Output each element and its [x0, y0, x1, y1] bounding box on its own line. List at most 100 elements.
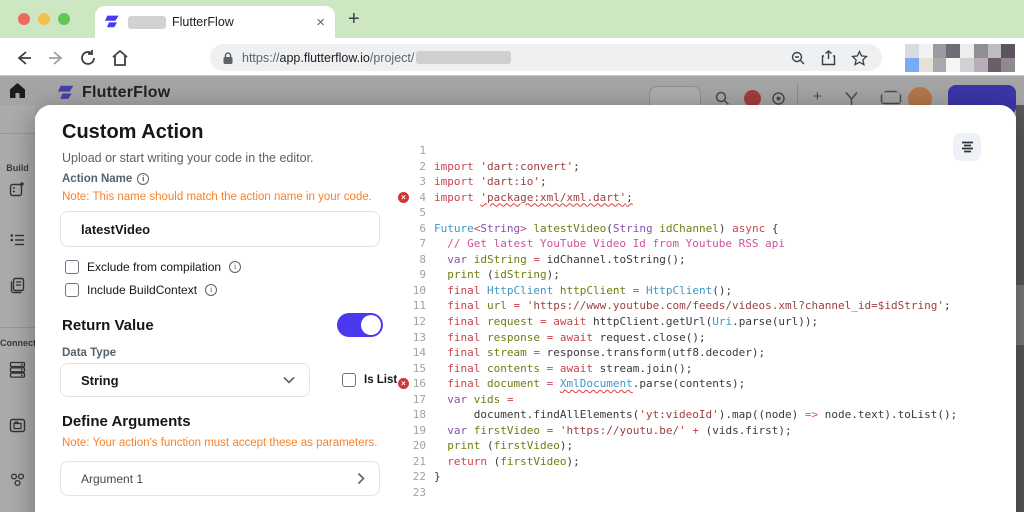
is-list-label: Is List: [364, 374, 398, 386]
code-line[interactable]: 5: [400, 205, 1000, 221]
app-sidebar-dimmed: Build Connect: [0, 105, 36, 512]
code-line[interactable]: 1: [400, 143, 1000, 159]
code-line[interactable]: 6 Future<String> latestVideo(String idCha…: [400, 221, 1000, 237]
format-code-button[interactable]: [953, 133, 981, 161]
code-line[interactable]: 8 var idString = idChannel.toString();: [400, 252, 1000, 268]
code-line[interactable]: 2 import 'dart:convert';: [400, 159, 1000, 175]
include-buildcontext-checkbox[interactable]: [65, 283, 79, 297]
brand-name: FlutterFlow: [82, 84, 171, 101]
line-number: 5: [419, 206, 426, 220]
code-line[interactable]: 19 var firstVideo = 'https://youtu.be/' …: [400, 423, 1000, 439]
back-icon[interactable]: [14, 48, 34, 68]
is-list-row: Is List: [342, 373, 397, 387]
data-type-label: Data Type: [62, 347, 117, 359]
database-icon: [9, 361, 26, 378]
info-icon[interactable]: i: [205, 284, 218, 296]
home-icon[interactable]: [110, 48, 130, 68]
url-domain: app.flutterflow.io: [279, 50, 370, 65]
flutterflow-brand: FlutterFlow: [58, 84, 170, 102]
code-line[interactable]: 13 final response = await request.close(…: [400, 330, 1000, 346]
address-bar[interactable]: https://app.flutterflow.io/project/: [210, 44, 882, 71]
new-tab-button[interactable]: +: [348, 8, 360, 31]
code-line[interactable]: × 4 import 'package:xml/xml.dart';: [398, 190, 1000, 206]
custom-code-pages-icon: [10, 277, 25, 294]
tab-title: FlutterFlow: [172, 15, 234, 29]
return-value-toggle[interactable]: [337, 313, 383, 337]
line-number: 15: [412, 361, 426, 375]
zoom-out-icon[interactable]: [790, 50, 806, 66]
line-number: 7: [419, 237, 426, 251]
error-icon: ×: [398, 191, 409, 203]
line-number: 18: [412, 408, 426, 422]
code-editor[interactable]: 1 2 import 'dart:convert'; 3 import 'dart:io…: [398, 143, 1000, 501]
custom-action-dialog: Custom Action Upload or start writing yo…: [35, 105, 1016, 512]
code-line[interactable]: 22}: [400, 469, 1000, 485]
scrollbar-thumb[interactable]: [1016, 285, 1024, 345]
format-align-icon: [961, 141, 973, 152]
action-name-input[interactable]: latestVideo: [60, 211, 380, 247]
page-right-dimmed: [1016, 105, 1024, 512]
code-line[interactable]: 9 print (idString);: [400, 267, 1000, 283]
action-name-label: Action Name i: [62, 173, 150, 185]
window-zoom-button[interactable]: [58, 13, 70, 25]
browser-tab[interactable]: FlutterFlow ×: [95, 6, 335, 38]
code-line[interactable]: 10 final HttpClient httpClient = HttpCli…: [400, 283, 1000, 299]
line-number: 9: [419, 268, 426, 282]
argument-label: Argument 1: [81, 471, 144, 486]
exclude-compilation-row: Exclude from compilation i: [65, 260, 242, 274]
line-number: 21: [412, 454, 426, 468]
browser-tab-strip: FlutterFlow × +: [0, 0, 1024, 38]
window-minimize-button[interactable]: [38, 13, 50, 25]
line-number: 20: [412, 439, 426, 453]
info-icon[interactable]: i: [137, 173, 150, 185]
code-line[interactable]: 18 document.findAllElements('yt:videoId'…: [400, 407, 1000, 423]
flutterflow-logo-icon: [58, 85, 74, 99]
dialog-title: Custom Action: [62, 121, 204, 143]
exclude-compilation-checkbox[interactable]: [65, 260, 79, 274]
info-icon[interactable]: i: [229, 261, 242, 273]
code-line[interactable]: 21 return (firstVideo);: [400, 454, 1000, 470]
sidebar-section-connect: Connect: [0, 338, 36, 348]
dialog-subtitle: Upload or start writing your code in the…: [62, 151, 314, 165]
browser-extensions-area[interactable]: [905, 44, 1015, 72]
bookmark-star-icon[interactable]: [851, 49, 868, 66]
code-line[interactable]: 17 var vids =: [400, 392, 1000, 408]
argument-row[interactable]: Argument 1: [60, 461, 380, 496]
code-line[interactable]: 23: [400, 485, 1000, 501]
reload-icon[interactable]: [78, 48, 98, 68]
line-number: 22: [412, 470, 426, 484]
data-type-dropdown[interactable]: String: [60, 363, 310, 397]
code-line[interactable]: 7 // Get latest YouTube Video Id from Yo…: [400, 236, 1000, 252]
code-line[interactable]: 15 final contents = await stream.join();: [400, 361, 1000, 377]
line-number: 23: [412, 486, 426, 500]
is-list-checkbox[interactable]: [342, 373, 356, 387]
line-number: 11: [412, 299, 426, 313]
include-buildcontext-row: Include BuildContext i: [65, 283, 218, 297]
define-arguments-note: Note: Your action's function must accept…: [62, 437, 378, 449]
code-line[interactable]: 12 final request = await httpClient.getU…: [400, 314, 1000, 330]
sidebar-section-build: Build: [6, 163, 29, 173]
line-number: 3: [419, 175, 426, 189]
forward-icon[interactable]: [46, 48, 66, 68]
exclude-compilation-label: Exclude from compilation: [87, 260, 222, 274]
code-line[interactable]: 3 import 'dart:io';: [400, 174, 1000, 190]
chevron-down-icon: [283, 376, 295, 384]
share-icon[interactable]: [821, 49, 836, 66]
code-line[interactable]: 20 print (firstVideo);: [400, 438, 1000, 454]
action-name-note: Note: This name should match the action …: [62, 191, 372, 203]
line-number: 19: [412, 423, 426, 437]
line-number: 12: [412, 315, 426, 329]
line-number: 6: [419, 221, 426, 235]
code-line[interactable]: 11 final url = 'https://www.youtube.com/…: [400, 298, 1000, 314]
integrations-cluster-icon: [10, 473, 25, 487]
flutterflow-favicon-icon: [105, 15, 119, 28]
project-files-icon: [9, 418, 26, 433]
screenshot-canvas: FlutterFlow × + https://app.flutterflow.…: [0, 0, 1024, 512]
url-path: /project/: [369, 50, 415, 65]
window-close-button[interactable]: [18, 13, 30, 25]
tab-close-icon[interactable]: ×: [316, 15, 325, 30]
line-number: 13: [412, 330, 426, 344]
code-line[interactable]: 14 final stream = response.transform(utf…: [400, 345, 1000, 361]
line-number: 14: [412, 346, 426, 360]
code-line[interactable]: × 16 final document = XmlDocument.parse(c…: [398, 376, 1000, 392]
